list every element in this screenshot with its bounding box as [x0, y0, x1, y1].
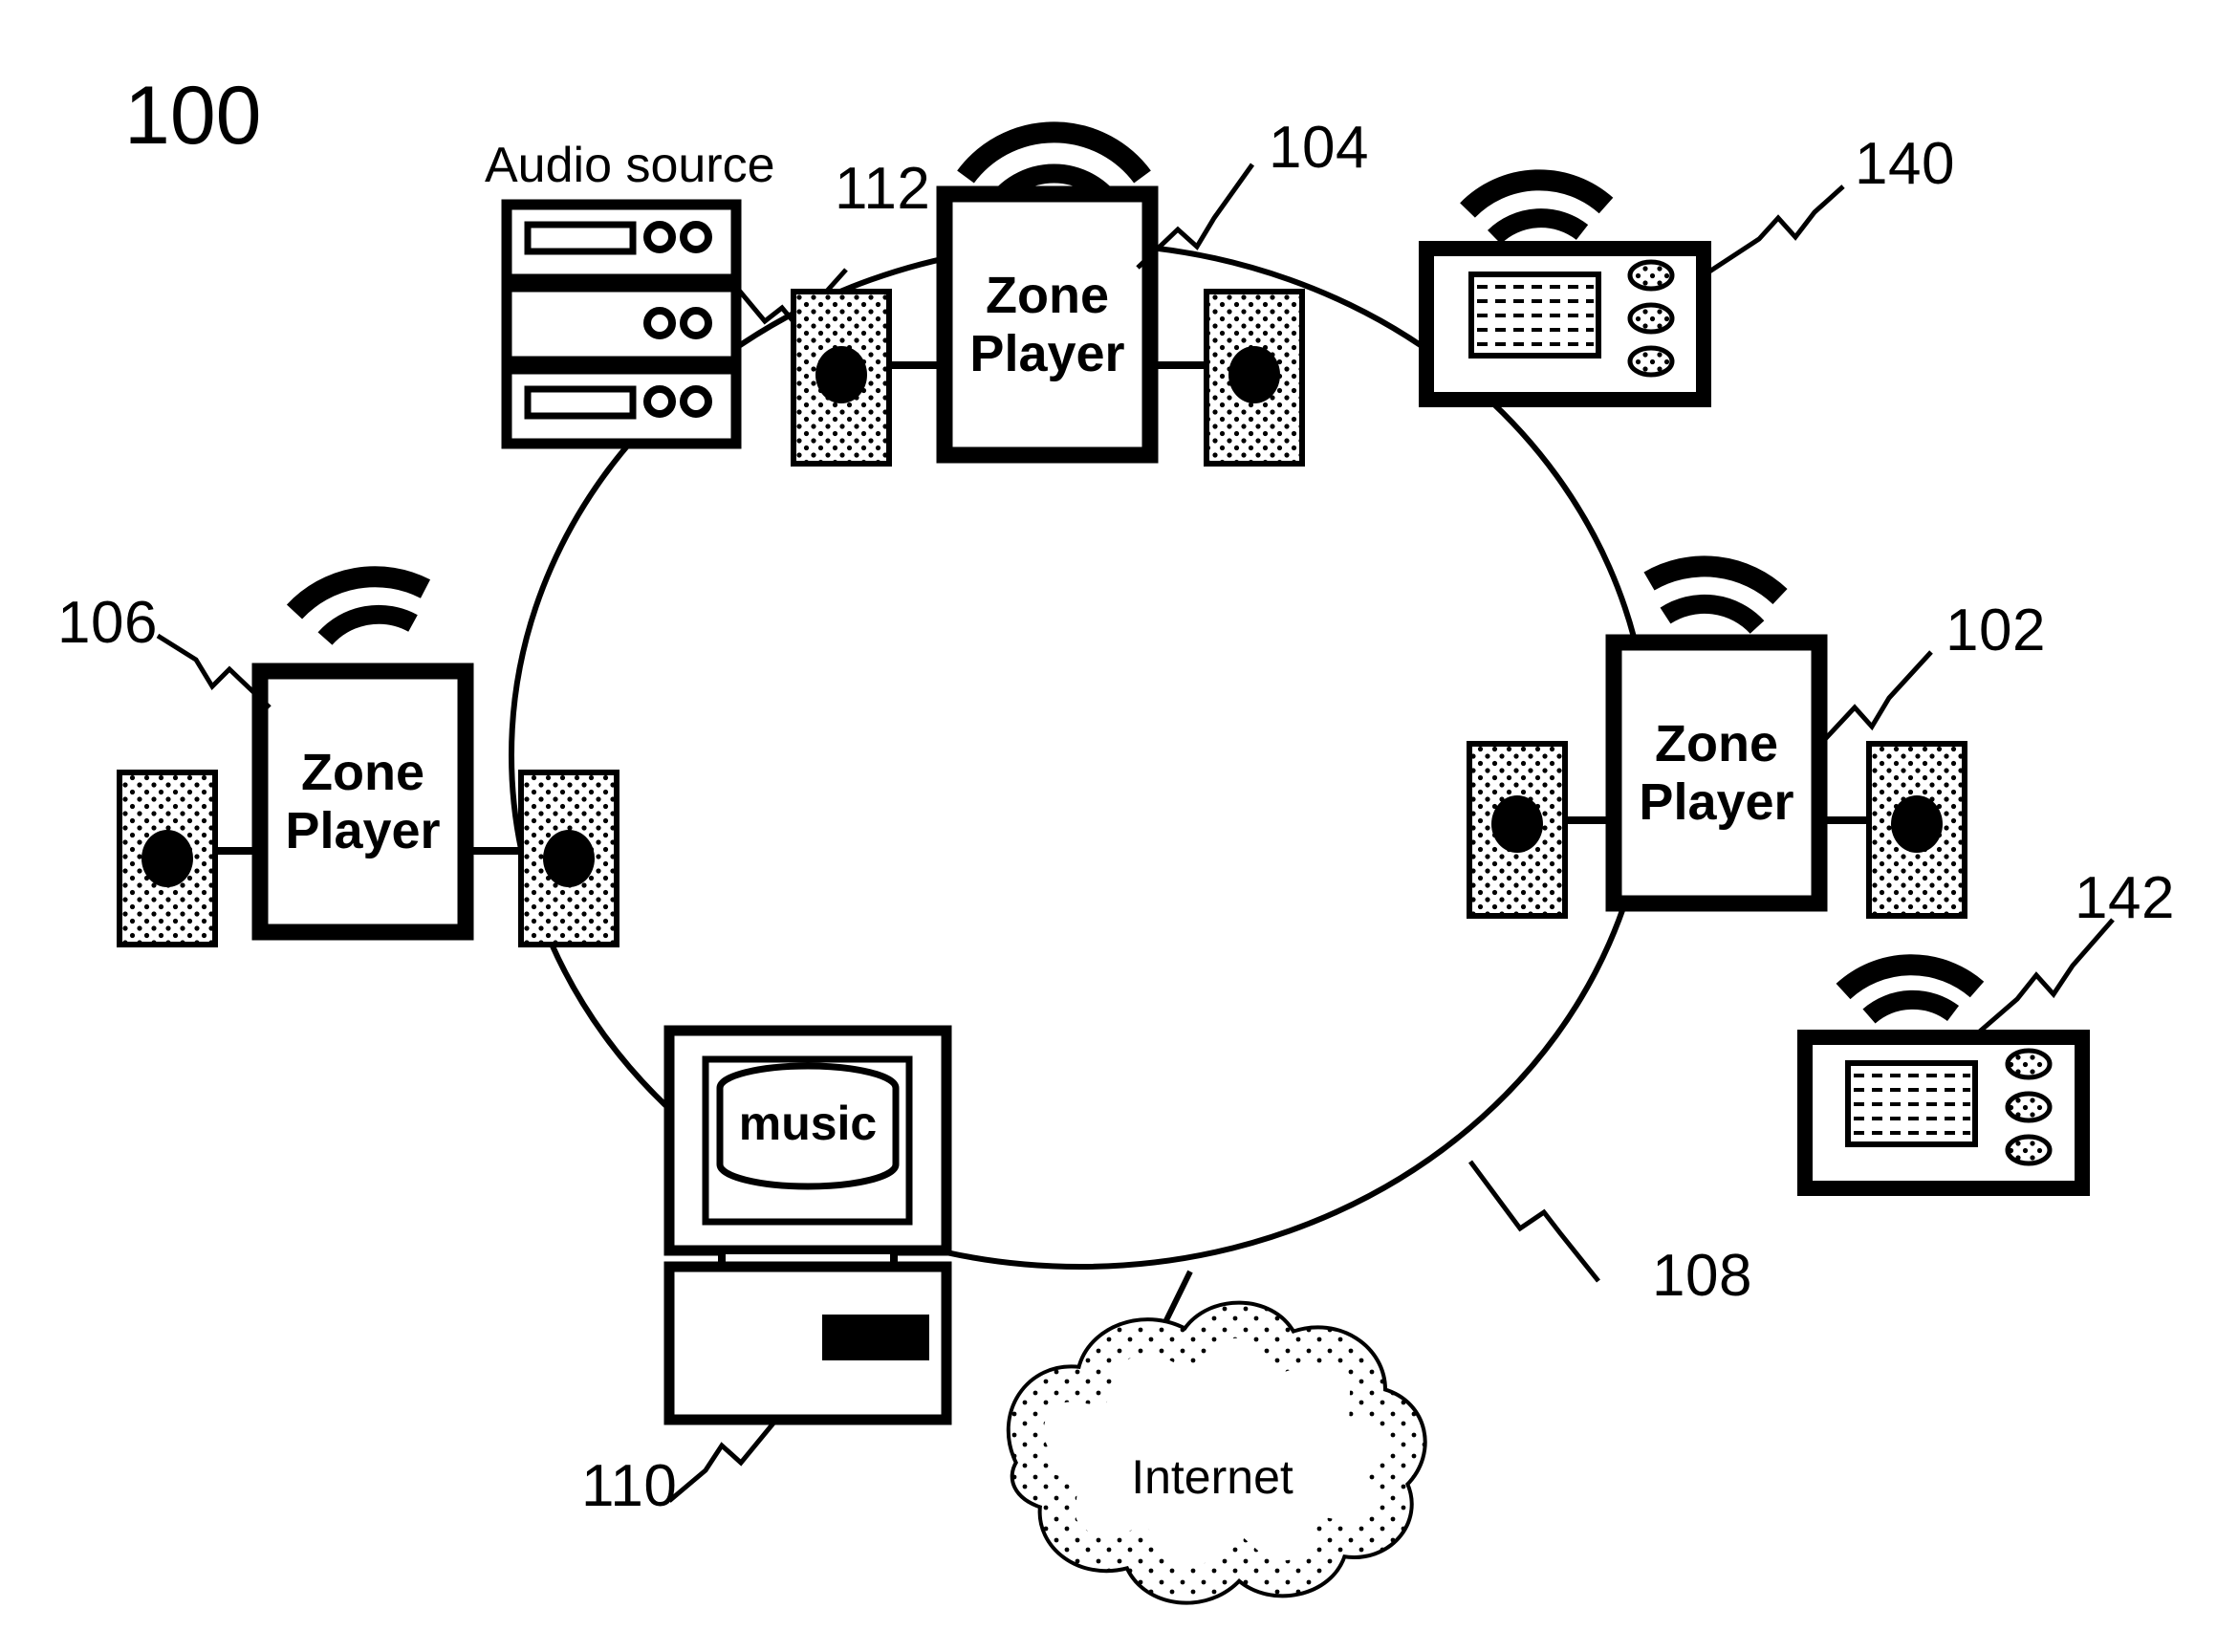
ref-number-106: 106	[57, 590, 158, 656]
ref-number-104: 104	[1269, 115, 1369, 181]
controller-142-screen	[1845, 1060, 1978, 1147]
controller-140-screen	[1468, 272, 1601, 359]
wireless-signal-icon-102	[1643, 555, 1788, 635]
music-database-label: music	[739, 1097, 878, 1150]
diagram-canvas: 100 Audio source 112 104 106 102 140 142…	[0, 0, 2217, 1652]
audio-source-component-2	[501, 281, 742, 367]
controller-142-buttons	[2005, 1048, 2053, 1166]
patent-figure-svg: 100 Audio source 112 104 106 102 140 142…	[57, 70, 2175, 1605]
ref-number-108: 108	[1652, 1243, 1752, 1309]
figure-number-100: 100	[124, 70, 262, 162]
ref-callout-108: 108	[1467, 1160, 1752, 1309]
controller-140-buttons	[1627, 259, 1675, 378]
audio-source-component-3	[501, 363, 742, 449]
ref-number-110: 110	[581, 1453, 677, 1519]
wireless-signal-icon-106	[286, 566, 431, 645]
ref-number-112: 112	[835, 156, 930, 222]
wireless-signal-icon-142	[1836, 954, 1985, 1024]
controller-140: 140	[1419, 131, 1955, 407]
zone-player-102: Zone Player 102	[1467, 555, 2046, 919]
internet-label: Internet	[1131, 1450, 1293, 1504]
ref-number-142: 142	[2075, 865, 2175, 931]
speaker-left-106	[117, 770, 260, 947]
speaker-right-102	[1819, 741, 1967, 919]
controller-142: 142	[1797, 865, 2175, 1196]
ref-number-102: 102	[1945, 598, 2046, 663]
audio-source-label: Audio source	[485, 138, 775, 193]
computer-110: music 110	[581, 1025, 952, 1519]
speaker-right-104	[1150, 289, 1305, 467]
audio-source-component-1	[501, 199, 742, 285]
internet-cloud: Internet	[1006, 1270, 1427, 1605]
zone-player-106: Zone Player 106	[57, 566, 619, 947]
speaker-left-102	[1467, 741, 1614, 919]
speaker-left-104	[791, 289, 945, 467]
speaker-right-106	[466, 770, 619, 947]
music-database-icon: music	[716, 1062, 900, 1190]
ref-number-140: 140	[1855, 131, 1955, 197]
wireless-signal-icon-140	[1460, 169, 1614, 245]
